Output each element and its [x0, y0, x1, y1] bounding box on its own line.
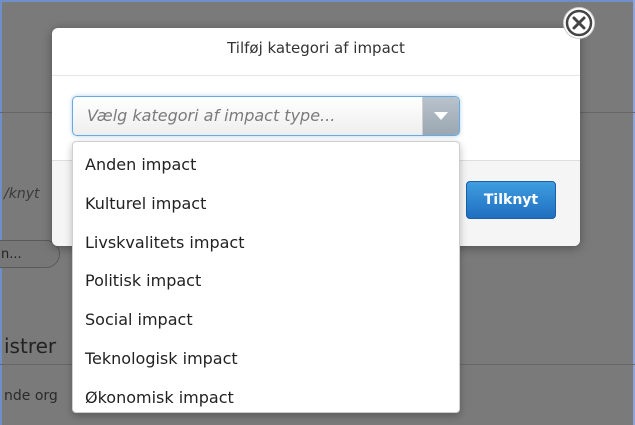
option-okonomisk-impact[interactable]: Økonomisk impact	[73, 379, 459, 418]
background-divider	[0, 364, 72, 365]
modal-header: Tilføj kategori af impact	[52, 28, 580, 76]
background-divider	[0, 112, 52, 113]
attach-button[interactable]: Tilknyt	[466, 181, 556, 219]
window-border-top	[0, 0, 635, 2]
select-arrow-button[interactable]	[422, 97, 459, 135]
chevron-down-icon	[434, 112, 448, 120]
close-circle-icon	[565, 9, 593, 37]
option-kulturel-impact[interactable]: Kulturel impact	[73, 185, 459, 224]
background-divider	[460, 364, 635, 365]
close-modal-button[interactable]	[564, 8, 594, 38]
impact-category-select[interactable]: Vælg kategori af impact type...	[72, 96, 460, 136]
option-anden-impact[interactable]: Anden impact	[73, 146, 459, 185]
background-pill: n...	[0, 240, 60, 268]
background-text: nde org	[4, 388, 58, 404]
option-social-impact[interactable]: Social impact	[73, 301, 459, 340]
option-teknologisk-impact[interactable]: Teknologisk impact	[73, 340, 459, 379]
window-border-left	[0, 0, 2, 425]
background-divider	[580, 112, 635, 113]
modal-title: Tilføj kategori af impact	[227, 39, 405, 57]
impact-category-dropdown: Anden impact Kulturel impact Livskvalite…	[72, 141, 460, 413]
background-text: /knyt	[4, 186, 40, 202]
option-politisk-impact[interactable]: Politisk impact	[73, 262, 459, 301]
select-placeholder: Vælg kategori af impact type...	[87, 106, 336, 125]
background-pill-label: n...	[1, 247, 22, 262]
option-livskvalitets-impact[interactable]: Livskvalitets impact	[73, 224, 459, 263]
background-heading: istrer	[4, 334, 57, 358]
